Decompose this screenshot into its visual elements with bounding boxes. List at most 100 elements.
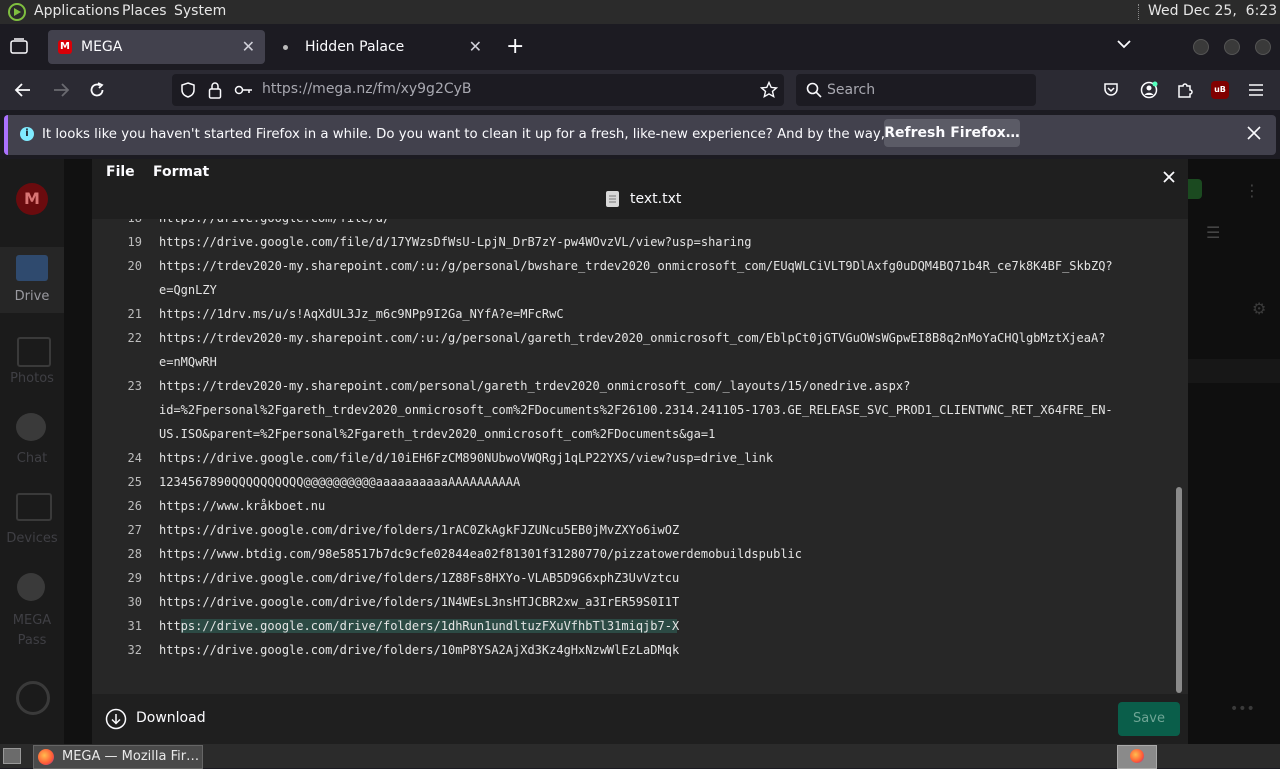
clock[interactable]: Wed Dec 25, 6:23 PM — [1148, 3, 1280, 19]
key-permissions-icon[interactable] — [234, 82, 254, 102]
maximize-window-icon[interactable] — [1224, 39, 1240, 55]
mega-favicon: M — [58, 40, 72, 54]
show-desktop-icon[interactable] — [3, 748, 21, 764]
mega-logo-icon[interactable]: M — [16, 183, 48, 215]
url-text[interactable]: https://mega.nz/fm/xy9g2CyB — [262, 81, 472, 97]
notification-accent — [4, 115, 8, 155]
close-window-icon[interactable] — [1255, 39, 1271, 55]
refresh-firefox-notification: i It looks like you haven't started Fire… — [4, 115, 1276, 155]
editor-scrollbar-thumb[interactable] — [1176, 487, 1182, 693]
line-number: 27 — [127, 523, 142, 537]
text-editor-header: File Format text.txt — [92, 159, 1188, 219]
line-text: https://trdev2020-my.sharepoint.com/pers… — [159, 379, 911, 393]
refresh-firefox-button[interactable]: Refresh Firefox… — [884, 119, 1020, 147]
line-text: https://www.kråkboet.nu — [159, 499, 326, 513]
search-icon — [806, 82, 822, 102]
menu-file[interactable]: File — [106, 164, 135, 180]
notification-message: It looks like you haven't started Firefo… — [42, 127, 990, 142]
info-icon: i — [20, 127, 34, 141]
url-bar[interactable]: https://mega.nz/fm/xy9g2CyB — [172, 74, 784, 106]
line-text: https://drive.google.com/drive/folders/1… — [159, 595, 680, 609]
text-editor-area[interactable]: 18 https://drive.google.com/file/d/ 19ht… — [92, 219, 1188, 694]
menu-format[interactable]: Format — [153, 164, 209, 180]
shield-icon[interactable] — [180, 82, 196, 102]
forward-icon[interactable] — [52, 81, 70, 103]
line-number: 26 — [127, 499, 142, 513]
line-number: 25 — [127, 475, 142, 489]
extensions-puzzle-icon[interactable] — [1176, 81, 1194, 103]
line-number: 24 — [127, 451, 142, 465]
line-text: 1234567890QQQQQQQQQQ@@@@@@@@@@aaaaaaaaaa… — [159, 475, 521, 489]
sidebar-item-label: Devices — [6, 531, 58, 546]
upgrade-badge[interactable] — [1188, 179, 1202, 199]
download-label[interactable]: Download — [136, 710, 206, 726]
close-tab-icon[interactable]: ✕ — [242, 37, 255, 56]
workspace-switcher[interactable] — [1117, 745, 1157, 769]
sidebar-item-label: Drive — [14, 289, 50, 304]
download-icon[interactable] — [105, 708, 127, 734]
bottom-taskbar: MEGA — Mozilla Fir… — [0, 744, 1280, 769]
mega-sidebar: M Drive Photos Chat Devices MEGA Pass — [0, 159, 64, 744]
more-options-icon[interactable]: ⋮ — [1244, 181, 1260, 200]
sidebar-item-mega-pass[interactable]: MEGA Pass — [0, 569, 64, 649]
taskbar-window-firefox[interactable]: MEGA — Mozilla Fir… — [33, 745, 203, 769]
minimize-window-icon[interactable] — [1193, 39, 1209, 55]
line-number: 19 — [127, 235, 142, 249]
text-editor-footer: Download Save — [92, 694, 1188, 744]
menu-applications[interactable]: Applications — [34, 3, 120, 19]
close-notification-icon[interactable] — [1246, 125, 1262, 145]
menu-system[interactable]: System — [174, 3, 226, 19]
close-dialog-icon[interactable] — [1162, 169, 1176, 188]
bookmark-star-icon[interactable] — [759, 80, 779, 103]
reload-icon[interactable] — [88, 81, 106, 103]
line-number: 21 — [127, 307, 142, 321]
file-name: text.txt — [630, 191, 682, 207]
hamburger-menu-icon[interactable] — [1248, 82, 1264, 102]
system-top-panel: Applications Places System Wed Dec 25, 6… — [0, 0, 1280, 24]
mega-right-panel: ⋮ ☰ ⚙ ••• — [1188, 159, 1280, 744]
list-row-stripe — [1188, 359, 1280, 383]
url-path: /fm/xy9g2CyB — [372, 81, 472, 97]
tab-mega[interactable]: M MEGA ✕ — [48, 30, 265, 64]
sidebar-item-chat[interactable]: Chat — [0, 409, 64, 469]
line-text: e=nMQwRH — [159, 355, 217, 369]
account-icon[interactable] — [1140, 81, 1158, 103]
settings-gear-icon[interactable]: ⚙ — [1252, 299, 1266, 318]
tab-hidden-palace[interactable]: Hidden Palace ✕ — [272, 30, 492, 64]
line-number: 30 — [127, 595, 142, 609]
tab-dot-icon — [283, 45, 288, 50]
taskbar-window-title: MEGA — Mozilla Fir… — [62, 749, 200, 764]
pocket-icon[interactable] — [1103, 82, 1119, 102]
line-text: https://trdev2020-my.sharepoint.com/:u:/… — [159, 331, 1106, 345]
line-text: https://drive.google.com/drive/folders/1… — [159, 523, 680, 537]
line-text: https://drive.google.com/drive/folders/1… — [159, 571, 680, 585]
line-number: 22 — [127, 331, 142, 345]
list-tabs-chevron-icon[interactable] — [1116, 36, 1132, 56]
panel-separator — [1138, 4, 1141, 20]
back-icon[interactable] — [14, 81, 32, 103]
transfer-progress-icon[interactable] — [16, 681, 50, 715]
close-tab-icon[interactable]: ✕ — [469, 37, 482, 56]
search-bar[interactable]: Search — [796, 74, 1036, 106]
sidebar-item-label: MEGA Pass — [12, 613, 52, 648]
lock-icon[interactable] — [208, 81, 222, 103]
sidebar-item-photos[interactable]: Photos — [0, 329, 64, 389]
line-number: 23 — [127, 379, 142, 393]
line-text: https://drive.google.com/drive/folders/1… — [159, 619, 680, 633]
devices-monitor-icon — [16, 493, 52, 521]
line-number: 20 — [127, 259, 142, 273]
sidebar-item-label: Chat — [16, 451, 48, 466]
sidebar-item-drive[interactable]: Drive — [0, 247, 64, 313]
menu-places[interactable]: Places — [122, 3, 167, 19]
more-dots-icon[interactable]: ••• — [1230, 701, 1255, 717]
gnome-foot-icon[interactable] — [8, 3, 26, 21]
save-button[interactable]: Save — [1118, 702, 1180, 736]
sidebar-item-label: Photos — [10, 371, 54, 386]
tab-overview-icon[interactable] — [10, 38, 28, 58]
sidebar-item-devices[interactable]: Devices — [0, 489, 64, 549]
list-view-icon[interactable]: ☰ — [1206, 223, 1220, 242]
ublock-origin-icon[interactable]: uB — [1211, 81, 1229, 99]
chat-bubble-icon — [16, 413, 46, 441]
new-tab-icon[interactable]: + — [506, 34, 524, 59]
line-text: https://www.btdig.com/98e58517b7dc9cfe02… — [159, 547, 802, 561]
